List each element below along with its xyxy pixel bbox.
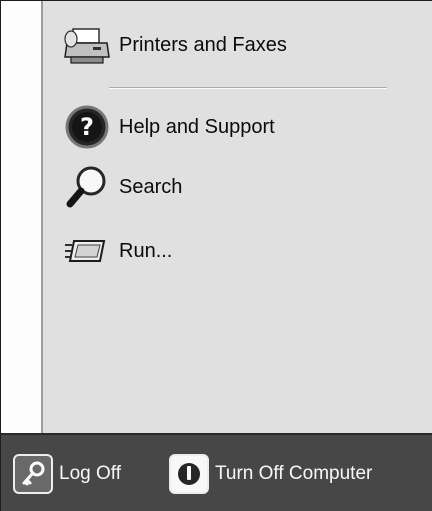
menu-separator — [109, 87, 387, 89]
start-menu-left-strip — [1, 1, 41, 433]
turn-off-computer-button[interactable]: Turn Off Computer — [169, 451, 372, 497]
start-menu: Printers and Faxes ? Help and Support Se… — [0, 0, 432, 511]
menu-item-label: Help and Support — [119, 115, 275, 138]
run-icon — [59, 227, 115, 275]
power-icon — [169, 454, 209, 494]
menu-item-help-and-support[interactable]: ? Help and Support — [57, 101, 417, 153]
menu-item-search[interactable]: Search — [57, 161, 417, 213]
key-icon — [13, 454, 53, 494]
menu-item-label: Search — [119, 175, 183, 198]
log-off-button[interactable]: Log Off — [13, 451, 121, 497]
search-icon — [59, 163, 115, 211]
menu-item-run[interactable]: Run... — [57, 225, 417, 277]
turn-off-label: Turn Off Computer — [215, 463, 373, 484]
help-icon: ? — [59, 103, 115, 151]
log-off-label: Log Off — [59, 463, 121, 484]
menu-item-label: Run... — [119, 239, 173, 262]
menu-item-label: Printers and Faxes — [119, 33, 287, 56]
start-menu-footer: Log Off Turn Off Computer — [1, 433, 432, 511]
menu-item-printers-and-faxes[interactable]: Printers and Faxes — [57, 19, 417, 71]
printer-icon — [59, 21, 115, 69]
svg-text:?: ? — [80, 113, 94, 141]
